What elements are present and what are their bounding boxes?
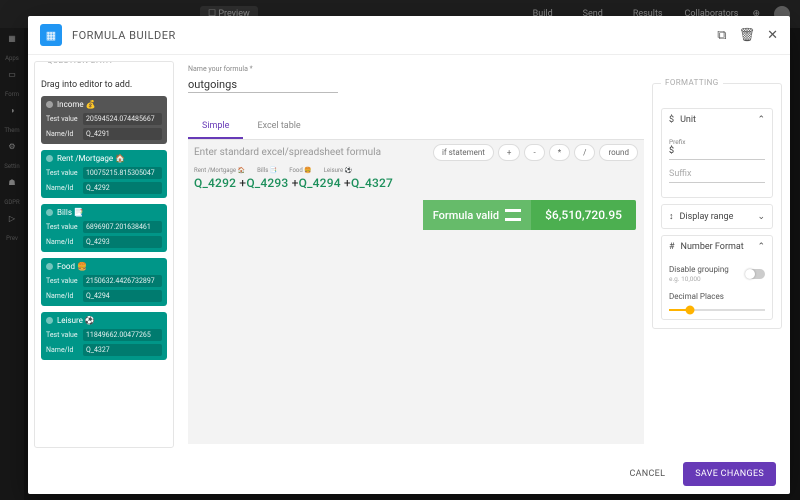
chevron-up-icon: ⌃ [757,242,765,252]
radio-icon [46,209,53,216]
radio-icon [46,155,53,162]
op-mult-button[interactable]: * [549,144,570,161]
modal-header: ▦ FORMULA BUILDER ⧉ 🗑 ✕ [28,16,790,55]
display-range-label: Display range [680,212,734,222]
test-value-field[interactable]: 6896907.201638461 [83,221,162,233]
test-value-field[interactable]: 10075215.815305047 [83,167,162,179]
op-minus-button[interactable]: - [524,144,544,161]
radio-icon [46,101,53,108]
dollar-icon: $ [669,115,674,125]
question-data-panel: QUESTION DATA Drag into editor to add. I… [34,61,174,448]
equals-icon [505,209,521,221]
display-range-section: ↕ Display range ⌄ [661,204,773,229]
name-id-field[interactable]: Q_4293 [83,236,162,248]
formula-valid-bar: Formula valid $6,510,720.95 [196,200,636,230]
number-format-label: Number Format [681,242,744,252]
question-name: Food 🍔 [57,262,87,271]
chevron-down-icon: ⌄ [757,212,765,222]
formula-result: $6,510,720.95 [531,200,636,230]
name-id-field[interactable]: Q_4292 [83,182,162,194]
question-name: Rent /Mortgage 🏠 [57,154,125,163]
tab-excel[interactable]: Excel table [243,115,314,139]
formula-token[interactable]: Q_4327 [351,176,393,190]
suffix-field[interactable]: Suffix [669,166,765,183]
question-name: Bills 📑 [57,208,84,217]
cancel-button[interactable]: CANCEL [619,463,675,485]
question-data-hint: Drag into editor to add. [41,80,167,90]
close-icon[interactable]: ✕ [767,28,778,43]
name-id-field[interactable]: Q_4294 [83,290,162,302]
test-value-field[interactable]: 2150632.4426732897 [83,275,162,287]
question-card[interactable]: Leisure ⚽ Test value11849662.00477265 Na… [41,312,167,360]
token-label: Rent /Mortgage 🏠 [194,167,245,174]
decimal-places-label: Decimal Places [669,292,765,301]
test-value-field[interactable]: 20594524.074485667 [83,113,162,125]
formatting-panel: FORMATTING $ Unit ⌃ Prefix $ Suffix [652,83,782,446]
disable-grouping-hint: e.g. 10,000 [669,275,729,283]
op-div-button[interactable]: / [574,144,595,161]
if-statement-button[interactable]: if statement [433,144,494,161]
display-range-toggle[interactable]: ↕ Display range ⌄ [662,205,772,228]
tab-simple[interactable]: Simple [188,115,243,139]
save-button[interactable]: SAVE CHANGES [683,462,776,486]
formatting-title: FORMATTING [661,78,723,87]
unit-section: $ Unit ⌃ Prefix $ Suffix [661,108,773,198]
radio-icon [46,263,53,270]
formula-token[interactable]: Q_4292 [194,176,236,190]
op-plus-button[interactable]: + [498,144,521,161]
formula-token[interactable]: Q_4293 [246,176,288,190]
unit-label: Unit [680,115,696,125]
copy-icon[interactable]: ⧉ [717,28,726,43]
formula-valid-label: Formula valid [433,209,499,222]
hash-icon: # [669,242,675,252]
round-button[interactable]: round [599,144,638,161]
formula-token[interactable]: Q_4294 [299,176,341,190]
disable-grouping-label: Disable grouping [669,265,729,274]
question-data-title: QUESTION DATA [43,61,116,65]
chevron-up-icon: ⌃ [757,115,765,125]
number-format-section: # Number Format ⌃ Disable grouping e.g. … [661,235,773,320]
question-card[interactable]: Rent /Mortgage 🏠 Test value10075215.8153… [41,150,167,198]
name-id-field[interactable]: Q_4291 [83,128,162,140]
question-name: Leisure ⚽ [57,316,95,325]
question-name: Income 💰 [57,100,96,109]
number-format-toggle[interactable]: # Number Format ⌃ [662,236,772,258]
token-label: Food 🍔 [289,167,311,174]
editor-placeholder: Enter standard excel/spreadsheet formula [194,147,381,158]
formula-name-label: Name your formula * [188,65,338,73]
unit-toggle[interactable]: $ Unit ⌃ [662,109,772,131]
formula-editor[interactable]: Enter standard excel/spreadsheet formula… [188,139,644,444]
formula-builder-modal: ▦ FORMULA BUILDER ⧉ 🗑 ✕ QUESTION DATA Dr… [28,16,790,494]
token-label: Leisure ⚽ [324,167,352,174]
decimal-places-slider[interactable] [669,309,765,311]
modal-title: FORMULA BUILDER [72,29,176,42]
question-card[interactable]: Income 💰 Test value20594524.074485667 Na… [41,96,167,144]
formula-tabs: Simple Excel table [188,115,644,139]
radio-icon [46,317,53,324]
token-label: Bills 📑 [257,167,277,174]
delete-icon[interactable]: 🗑 [739,28,756,43]
test-value-field[interactable]: 11849662.00477265 [83,329,162,341]
disable-grouping-toggle[interactable] [745,269,765,279]
question-card[interactable]: Bills 📑 Test value6896907.201638461 Name… [41,204,167,252]
formula-expression[interactable]: Q_4292 +Q_4293 +Q_4294 +Q_4327 [194,174,638,190]
formula-name-input[interactable] [188,77,338,93]
range-icon: ↕ [669,211,674,222]
formula-center: Name your formula * Simple Excel table E… [180,55,652,454]
modal-footer: CANCEL SAVE CHANGES [28,454,790,494]
prefix-field[interactable]: Prefix $ [669,135,765,160]
formula-icon: ▦ [40,24,62,46]
name-id-field[interactable]: Q_4327 [83,344,162,356]
question-card[interactable]: Food 🍔 Test value2150632.4426732897 Name… [41,258,167,306]
